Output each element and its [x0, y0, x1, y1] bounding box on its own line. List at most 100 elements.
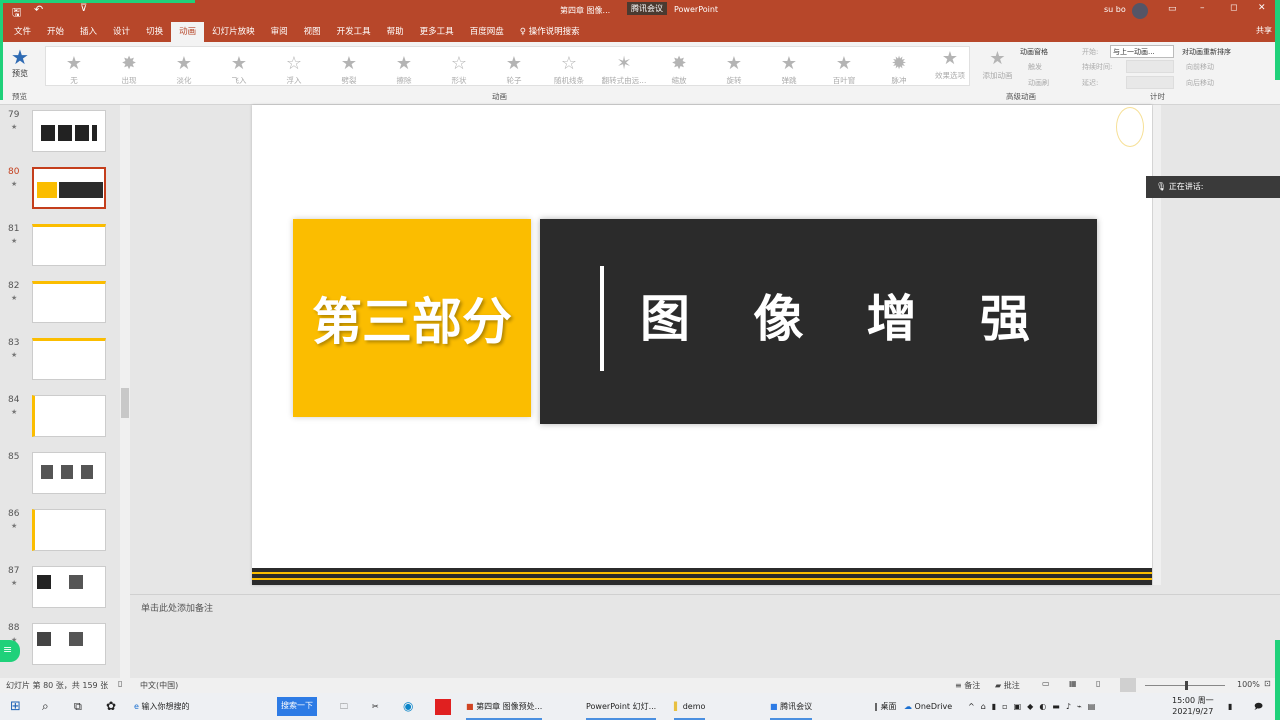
tab-insert[interactable]: 插入: [72, 22, 105, 42]
preview-button[interactable]: ★ 预览: [6, 46, 34, 79]
move-later-button[interactable]: 向后移动: [1186, 78, 1214, 88]
spellcheck-icon[interactable]: ▯: [118, 679, 122, 688]
slideshow-icon[interactable]: [1120, 678, 1136, 692]
tab-more-tools[interactable]: 更多工具: [412, 22, 462, 42]
anim-bounce[interactable]: ★ 弹跳: [764, 53, 814, 86]
slide-thumbnail[interactable]: 88★: [8, 623, 118, 669]
tab-transitions[interactable]: 切换: [138, 22, 171, 42]
onedrive-tray[interactable]: ☁ OneDrive: [904, 693, 952, 720]
meeting-badge[interactable]: 腾讯会议: [627, 2, 667, 15]
anim-float-in[interactable]: ☆ 浮入: [269, 53, 319, 86]
close-button[interactable]: ✕: [1258, 3, 1266, 13]
fit-slide-icon[interactable]: ⊡: [1264, 679, 1271, 688]
ie-search[interactable]: e 输入你想搜的: [134, 693, 189, 720]
minimize-button[interactable]: –: [1200, 3, 1205, 13]
zoom-level[interactable]: 100%: [1237, 680, 1260, 689]
anim-fly-in[interactable]: ★ 飞入: [214, 53, 264, 86]
anim-random-bars[interactable]: ☆ 随机线条: [544, 53, 594, 86]
section-name-box[interactable]: 图 像 增 强: [540, 219, 1097, 424]
notes-pane[interactable]: 单击此处添加备注: [130, 594, 1280, 676]
start-dropdown[interactable]: 与上一动画...: [1110, 45, 1174, 58]
share-menu-icon[interactable]: ≡: [0, 640, 20, 662]
anim-appear[interactable]: ✸ 出现: [104, 53, 154, 86]
zoom-slider[interactable]: [1145, 681, 1225, 690]
anim-wheel[interactable]: ★ 轮子: [489, 53, 539, 86]
anim-blinds[interactable]: ★ 百叶窗: [819, 53, 869, 86]
slide-thumbnail[interactable]: 79 ★: [8, 110, 118, 156]
duration-input[interactable]: [1126, 60, 1174, 73]
tab-home[interactable]: 开始: [39, 22, 72, 42]
avatar[interactable]: [1132, 3, 1148, 19]
edge-icon[interactable]: ◉: [403, 693, 413, 720]
windows-start-icon[interactable]: ⊞: [10, 693, 21, 720]
comments-toggle[interactable]: ▰ 批注: [995, 680, 1020, 691]
trigger-button[interactable]: 触发: [1028, 62, 1042, 72]
task-view-icon[interactable]: ⧉: [74, 693, 82, 720]
add-animation-button[interactable]: ★ 添加动画: [975, 48, 1020, 81]
search-icon[interactable]: ⌕: [42, 693, 49, 720]
tell-me-search[interactable]: ♀ 操作说明搜索: [512, 22, 588, 42]
slide-thumbnail[interactable]: 87 ★: [8, 566, 118, 612]
slide-canvas[interactable]: 第三部分 图 像 增 强: [252, 105, 1152, 585]
clock[interactable]: 15:00 周一 2021/9/27: [1172, 695, 1214, 717]
snipping-icon[interactable]: ✂: [372, 693, 379, 720]
action-center-icon[interactable]: 🗩: [1254, 693, 1263, 720]
delay-input[interactable]: [1126, 76, 1174, 89]
move-earlier-button[interactable]: 向前移动: [1186, 62, 1214, 72]
anim-grow-turn[interactable]: ✶ 翻转式由远...: [599, 53, 649, 86]
app-red-icon[interactable]: [435, 699, 451, 715]
tab-baidu-netdisk[interactable]: 百度网盘: [462, 22, 512, 42]
effect-options-button[interactable]: ★ 效果选项: [925, 48, 975, 81]
star-icon: ✹: [891, 53, 907, 74]
section-number-box[interactable]: 第三部分: [293, 219, 531, 417]
tab-view[interactable]: 视图: [296, 22, 329, 42]
notification-app-icon[interactable]: ▮: [1228, 693, 1232, 720]
app-icon[interactable]: ✿: [106, 693, 116, 720]
slide-thumbnail[interactable]: 83 ★: [8, 338, 118, 384]
tab-design[interactable]: 设计: [105, 22, 138, 42]
tab-developer[interactable]: 开发工具: [329, 22, 379, 42]
anim-shape[interactable]: ☆ 形状: [434, 53, 484, 86]
notes-toggle[interactable]: ≡ 备注: [955, 680, 980, 691]
tab-file[interactable]: 文件: [6, 22, 39, 42]
share-button[interactable]: 共享: [1256, 25, 1272, 36]
undo-icon[interactable]: ↶: [34, 3, 43, 16]
maximize-button[interactable]: ◻: [1230, 3, 1237, 13]
taskbar-ppt-doc[interactable]: ■ 第四章 图像预处...: [466, 693, 543, 720]
system-tray-icons[interactable]: ^⌂▮▫▣◆◐▬♪⌁▤: [968, 693, 1101, 720]
anim-pulse[interactable]: ✹ 脉冲: [874, 53, 924, 86]
slide-thumbnail-selected[interactable]: 80 ★: [8, 167, 118, 213]
anim-fade[interactable]: ★ 淡化: [159, 53, 209, 86]
anim-split[interactable]: ★ 劈裂: [324, 53, 374, 86]
anim-swivel[interactable]: ★ 旋转: [709, 53, 759, 86]
slide-thumbnail[interactable]: 86 ★: [8, 509, 118, 555]
tab-help[interactable]: 帮助: [379, 22, 412, 42]
animation-pane-button[interactable]: 动画窗格: [1020, 47, 1048, 57]
slide-thumbnail[interactable]: 84 ★: [8, 395, 118, 441]
taskbar-demo[interactable]: ▌ demo: [674, 693, 706, 720]
taskbar-ppt-slideshow[interactable]: PowerPoint 幻灯...: [586, 693, 657, 720]
quick-access-icon[interactable]: ⊽: [80, 3, 87, 14]
tab-slideshow[interactable]: 幻灯片放映: [204, 22, 263, 42]
slide-thumbnail[interactable]: 82 ★: [8, 281, 118, 327]
animation-painter-button[interactable]: 动画刷: [1028, 78, 1049, 88]
thumbnail-scrollbar[interactable]: [120, 105, 130, 678]
slide-thumbnail[interactable]: 81 ★: [8, 224, 118, 270]
user-name[interactable]: su bo: [1104, 5, 1126, 14]
ribbon-display-icon[interactable]: ▭: [1168, 4, 1177, 14]
desktop-toolbar[interactable]: ‖ 桌面: [874, 693, 897, 720]
language-indicator[interactable]: 中文(中国): [140, 680, 178, 691]
reading-view-icon[interactable]: ▯: [1096, 679, 1100, 688]
file-explorer-icon[interactable]: 🗀: [340, 693, 348, 720]
tab-review[interactable]: 审阅: [263, 22, 296, 42]
slide-thumbnail[interactable]: 85: [8, 452, 118, 498]
anim-none[interactable]: ★ 无: [49, 53, 99, 86]
anim-zoom[interactable]: ✸ 缩放: [654, 53, 704, 86]
anim-wipe[interactable]: ★ 擦除: [379, 53, 429, 86]
save-icon[interactable]: 🖫: [12, 4, 21, 23]
taskbar-meeting[interactable]: ■ 腾讯会议: [770, 693, 813, 720]
normal-view-icon[interactable]: ▭: [1042, 679, 1050, 688]
search-button[interactable]: 搜索一下: [277, 697, 317, 716]
tab-animations[interactable]: 动画: [171, 22, 205, 42]
slide-sorter-icon[interactable]: ▦: [1069, 679, 1077, 688]
